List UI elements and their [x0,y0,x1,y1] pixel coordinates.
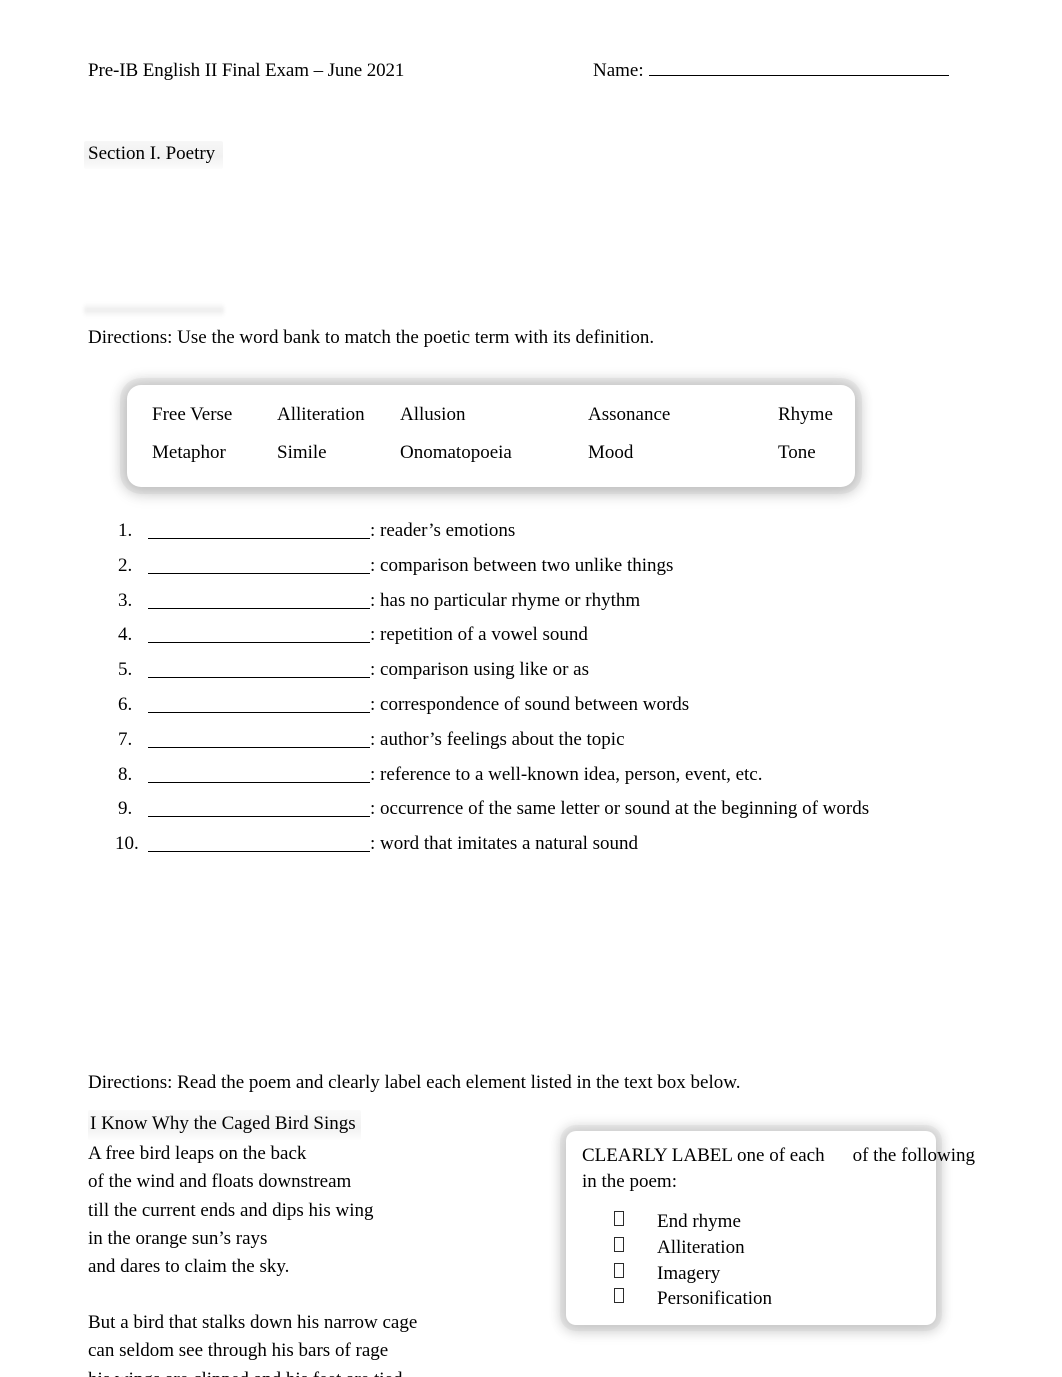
matching-item: 4. : repetition of a vowel sound [118,624,998,659]
poem-line: of the wind and floats downstream [88,1171,352,1193]
poem-block: I Know Why the Caged Bird Sings A free b… [88,1110,548,1377]
matching-directions: Directions: Use the word bank to match t… [88,327,655,348]
stanza-break [88,1281,548,1309]
name-blank-line[interactable] [648,75,949,76]
matching-item: 8. : reference to a well-known idea, per… [118,764,998,799]
clearly-label-instruction: CLEARLY LABEL one of each of the followi… [582,1143,975,1195]
exam-title: Pre-IB English II Final Exam – June 2021 [88,60,405,81]
word-bank-row-1: Free Verse Alliteration Allusion Assonan… [127,404,855,444]
clearly-label-textbox: CLEARLY LABEL one of each of the followi… [566,1131,975,1325]
word-bank-term: Mood [588,442,634,463]
poem-line: But a bird that stalks down his narrow c… [88,1312,418,1334]
matching-question-list: 1. : reader’s emotions 2. : comparison b… [115,520,998,868]
item-definition: : reader’s emotions [370,520,516,541]
poem-line: A free bird leaps on the back [88,1143,307,1165]
poem-title: I Know Why the Caged Bird Sings [88,1110,361,1141]
item-definition: : author’s feelings about the topic [370,728,625,750]
name-label: Name: [593,60,644,81]
word-bank-box: Free Verse Alliteration Allusion Assonan… [127,385,855,487]
poem-line: in the orange sun’s rays [88,1227,268,1249]
poem-line: can seldom see through his bars of rage [88,1340,389,1362]
item-number: 3. [118,589,133,611]
word-bank-term: Rhyme [778,404,833,425]
overlap-spacer [825,1145,844,1166]
poem-line: and dares to claim the sky. [88,1256,290,1278]
poem-title-line: I Know Why the Caged Bird Sings [88,1110,548,1141]
word-bank-term: Simile [277,442,327,463]
item-definition: : has no particular rhyme or rhythm [370,589,641,611]
matching-item: 10. : word that imitates a natural sound [115,833,998,868]
poem-line: his wings are clipped and his feet are t… [88,1366,548,1377]
item-definition: : reference to a well-known idea, person… [370,763,763,785]
item-number: 9. [118,798,133,820]
clearly-label-item-text: Personification [657,1288,773,1310]
matching-item: 1. : reader’s emotions [118,520,998,555]
clearly-label-part1: one of each [732,1145,825,1166]
word-bank-term: Allusion [400,404,466,425]
item-definition: : word that imitates a natural sound [370,833,639,855]
exam-document-page: Pre-IB English II Final Exam – June 2021… [0,0,1062,1377]
word-bank-term: Assonance [588,404,671,425]
answer-blank[interactable] [148,538,370,539]
matching-item: 7. : author’s feelings about the topic [118,729,998,764]
answer-blank[interactable] [148,851,370,853]
item-number: 2. [118,554,133,576]
overlapping-text-artifact: of the following [825,1143,975,1169]
answer-blank[interactable] [148,607,370,609]
clearly-label-item-text: Imagery [657,1262,721,1284]
clearly-label-item-text: End rhyme [657,1211,741,1232]
answer-blank[interactable] [148,746,370,748]
matching-item: 3. : has no particular rhyme or rhythm [118,590,998,625]
matching-item: 5. : comparison using like or as [118,659,998,694]
item-number: 8. [118,763,133,785]
matching-item: 6. : correspondence of sound between wor… [118,694,998,729]
clearly-label-bold: CLEARLY LABEL [582,1145,733,1166]
document-header: Pre-IB English II Final Exam – June 2021… [88,60,978,82]
word-bank-term: Tone [778,442,816,463]
item-number: 5. [118,659,133,681]
matching-item: 9. : occurrence of the same letter or so… [118,798,998,833]
item-number: 7. [118,728,133,750]
answer-blank[interactable] [148,816,370,818]
word-bank-row-2: Metaphor Simile Onomatopoeia Mood Tone [127,442,855,482]
missing-glyph-bullet-icon [614,1236,624,1252]
answer-blank[interactable] [148,711,370,713]
missing-glyph-bullet-icon [614,1262,624,1278]
clearly-label-item-text: Alliteration [657,1236,745,1258]
item-definition: : repetition of a vowel sound [370,624,588,646]
item-number: 4. [118,624,133,646]
clearly-label-line2: in the poem: [582,1171,677,1192]
item-number: 10. [115,833,139,855]
item-definition: : comparison between two unlike things [370,554,674,576]
matching-item: 2. : comparison between two unlike thing… [118,555,998,590]
clearly-label-overlap: of the following [852,1145,976,1166]
item-definition: : comparison using like or as [370,659,589,681]
item-number: 1. [118,520,133,541]
poem-directions: Directions: Read the poem and clearly la… [88,1072,741,1093]
answer-blank[interactable] [148,677,370,679]
missing-glyph-bullet-icon [614,1211,624,1226]
item-definition: : correspondence of sound between words [370,693,690,715]
empty-content-control-artifact [84,303,224,317]
answer-blank[interactable] [148,642,370,644]
poem-line: till the current ends and dips his wing [88,1199,374,1221]
missing-glyph-bullet-icon [614,1288,624,1304]
word-bank-term: Metaphor [152,442,226,463]
item-number: 6. [118,693,133,715]
answer-blank[interactable] [148,781,370,783]
item-definition: : occurrence of the same letter or sound… [370,798,870,820]
word-bank-term: Alliteration [277,404,365,425]
section-heading: Section I. Poetry [84,141,224,169]
answer-blank[interactable] [148,572,370,574]
word-bank-term: Free Verse [152,404,233,425]
name-field-group: Name: [593,60,949,82]
word-bank-term: Onomatopoeia [400,442,512,463]
